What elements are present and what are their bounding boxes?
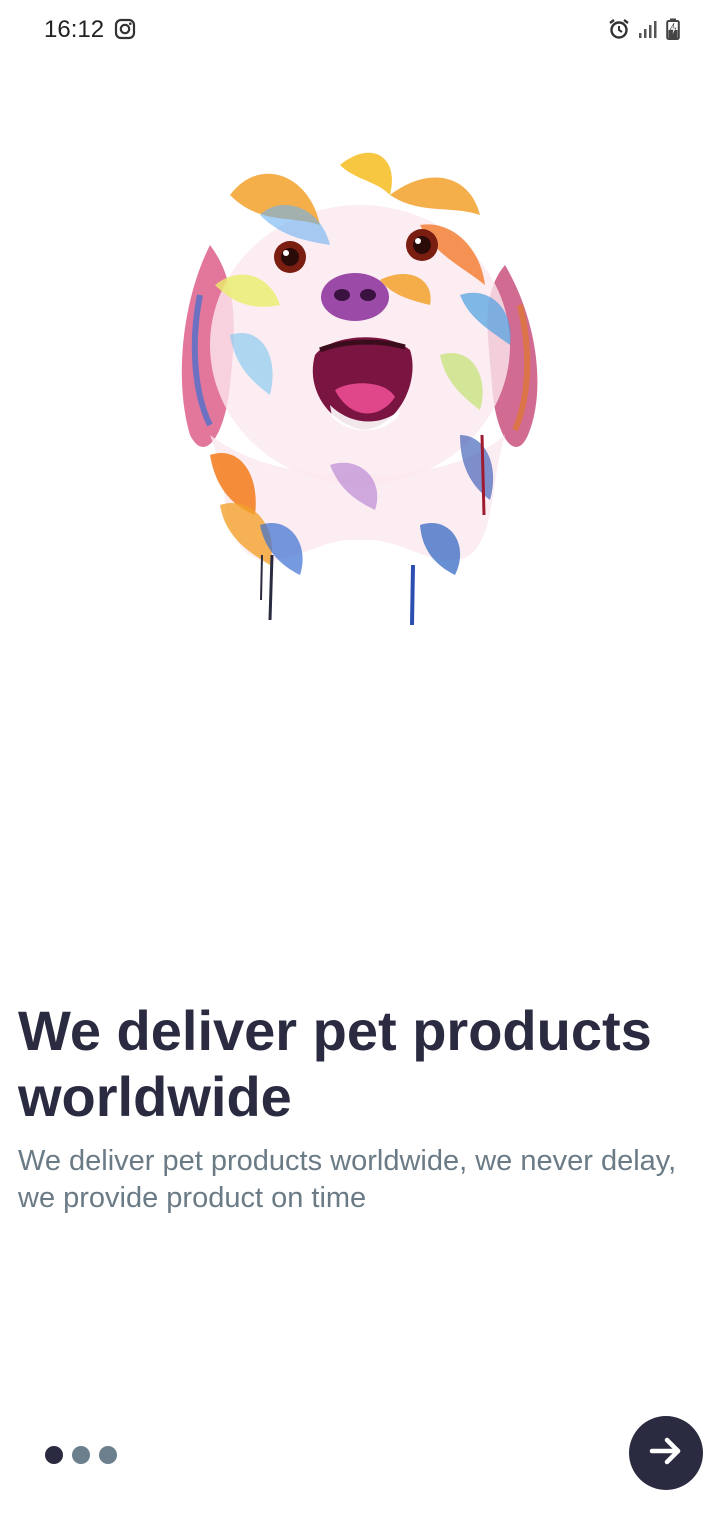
page-dot[interactable] xyxy=(72,1446,90,1464)
arrow-right-icon xyxy=(646,1431,686,1476)
onboarding-description: We deliver pet products worldwide, we ne… xyxy=(18,1145,677,1214)
status-time: 16:12 xyxy=(44,16,105,43)
watercolor-dog-illustration xyxy=(170,135,550,630)
onboarding-title: We deliver pet products worldwide xyxy=(18,999,652,1128)
page-indicator xyxy=(45,1446,117,1464)
page-dot-active[interactable] xyxy=(45,1446,63,1464)
status-bar: 16:12 xyxy=(0,0,720,60)
page-dot[interactable] xyxy=(99,1446,117,1464)
battery-charging-icon xyxy=(666,18,680,40)
alarm-icon xyxy=(608,18,630,40)
next-button[interactable] xyxy=(629,1416,703,1490)
onboarding-screen: 16:12 We deliver pet products worldwide … xyxy=(0,0,720,1520)
signal-icon xyxy=(638,19,658,39)
instagram-icon xyxy=(114,18,136,40)
status-icons xyxy=(608,18,680,40)
